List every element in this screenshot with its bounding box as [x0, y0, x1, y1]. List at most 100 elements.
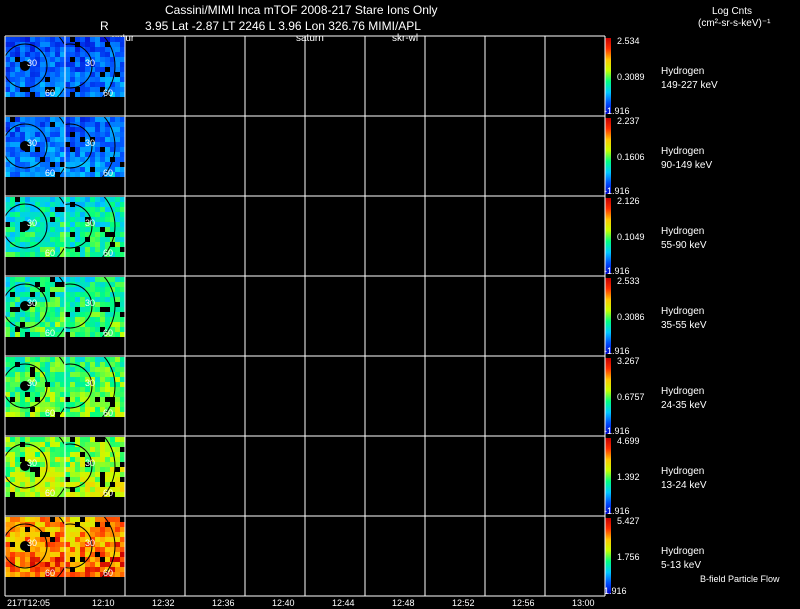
- heatmap-pixel: [50, 67, 55, 72]
- ring-label-30: 30: [85, 538, 96, 548]
- heatmap-pixel: [45, 37, 50, 42]
- heatmap-pixel: [75, 207, 80, 212]
- heatmap-pixel: [75, 477, 80, 482]
- heatmap-pixel: [20, 252, 25, 257]
- heatmap-pixel: [120, 302, 125, 307]
- heatmap-pixel: [65, 62, 70, 67]
- colorbar-max-label: 4.699: [617, 436, 640, 446]
- heatmap-pixel: [35, 77, 40, 82]
- heatmap-pixel: [105, 382, 110, 387]
- heatmap-pixel: [95, 472, 100, 477]
- heatmap-pixel: [115, 227, 120, 232]
- heatmap-pixel: [5, 147, 10, 152]
- heatmap-pixel: [90, 52, 95, 57]
- heatmap-pixel: [40, 322, 45, 327]
- heatmap-pixel: [115, 542, 120, 547]
- heatmap-pixel: [40, 302, 45, 307]
- heatmap-pixel: [120, 47, 125, 52]
- heatmap-pixel: [25, 472, 30, 477]
- heatmap-pixel: [55, 217, 60, 222]
- heatmap-pixel: [50, 152, 55, 157]
- ring-label-60: 60: [103, 328, 114, 338]
- heatmap-pixel: [35, 312, 40, 317]
- heatmap-pixel: [50, 142, 55, 147]
- heatmap-pixel: [35, 517, 40, 522]
- heatmap-pixel: [10, 212, 15, 217]
- colorbar: [605, 438, 611, 514]
- heatmap-pixel: [105, 367, 110, 372]
- heatmap-pixel: [50, 307, 55, 312]
- heatmap-pixel: [105, 297, 110, 302]
- heatmap-pixel: [70, 537, 75, 542]
- heatmap-pixel: [75, 412, 80, 417]
- heatmap-pixel: [5, 437, 10, 442]
- empty-pixel: [50, 517, 55, 522]
- heatmap-pixel: [70, 562, 75, 567]
- heatmap-pixel: [30, 332, 35, 337]
- heatmap-pixel: [90, 332, 95, 337]
- heatmap-pixel: [15, 227, 20, 232]
- heatmap-pixel: [95, 92, 100, 97]
- heatmap-pixel: [50, 287, 55, 292]
- heatmap-pixel: [105, 462, 110, 467]
- energy-label: 55-90 keV: [661, 240, 707, 251]
- heatmap-pixel: [55, 562, 60, 567]
- heatmap-pixel: [15, 537, 20, 542]
- heatmap-pixel: [20, 447, 25, 452]
- heatmap-pixel: [115, 127, 120, 132]
- heatmap-pixel: [115, 82, 120, 87]
- heatmap-pixel: [15, 287, 20, 292]
- empty-pixel: [50, 122, 55, 127]
- heatmap-pixel: [10, 227, 15, 232]
- heatmap-pixel: [105, 482, 110, 487]
- empty-pixel: [55, 282, 60, 287]
- heatmap-pixel: [40, 307, 45, 312]
- heatmap-pixel: [95, 292, 100, 297]
- heatmap-pixel: [100, 302, 105, 307]
- heatmap-pixel: [65, 297, 70, 302]
- heatmap-pixel: [70, 157, 75, 162]
- heatmap-pixel: [75, 372, 80, 377]
- heatmap-pixel: [120, 37, 125, 42]
- heatmap-pixel: [60, 227, 65, 232]
- heatmap-pixel: [60, 217, 65, 222]
- heatmap-pixel: [120, 207, 125, 212]
- heatmap-pixel: [50, 532, 55, 537]
- heatmap-pixel: [20, 317, 25, 322]
- heatmap-pixel: [115, 327, 120, 332]
- heatmap-pixel: [105, 217, 110, 222]
- heatmap-pixel: [15, 367, 20, 372]
- heatmap-pixel: [60, 477, 65, 482]
- heatmap-pixel: [120, 167, 125, 172]
- heatmap-pixel: [25, 277, 30, 282]
- heatmap-pixel: [35, 492, 40, 497]
- x-tick-label: 12:44: [332, 598, 355, 608]
- empty-pixel: [95, 437, 100, 442]
- heatmap-pixel: [120, 67, 125, 72]
- heatmap-pixel: [60, 312, 65, 317]
- heatmap-pixel: [75, 292, 80, 297]
- heatmap-pixel: [5, 227, 10, 232]
- heatmap-pixel: [85, 482, 90, 487]
- heatmap-pixel: [120, 202, 125, 207]
- heatmap-pixel: [75, 227, 80, 232]
- heatmap-pixel: [35, 452, 40, 457]
- heatmap-pixel: [100, 242, 105, 247]
- heatmap-pixel: [65, 82, 70, 87]
- ring-label-60: 60: [45, 168, 56, 178]
- heatmap-pixel: [20, 477, 25, 482]
- colorbar: [605, 278, 611, 354]
- heatmap-pixel: [75, 297, 80, 302]
- empty-pixel: [105, 232, 110, 237]
- heatmap-pixel: [70, 492, 75, 497]
- heatmap-pixel: [115, 332, 120, 337]
- heatmap-pixel: [80, 37, 85, 42]
- heatmap-pixel: [30, 172, 35, 177]
- heatmap-pixel: [110, 517, 115, 522]
- heatmap-pixel: [120, 542, 125, 547]
- empty-pixel: [10, 292, 15, 297]
- heatmap-pixel: [60, 237, 65, 242]
- heatmap-pixel: [25, 212, 30, 217]
- heatmap-pixel: [90, 562, 95, 567]
- heatmap-pixel: [10, 37, 15, 42]
